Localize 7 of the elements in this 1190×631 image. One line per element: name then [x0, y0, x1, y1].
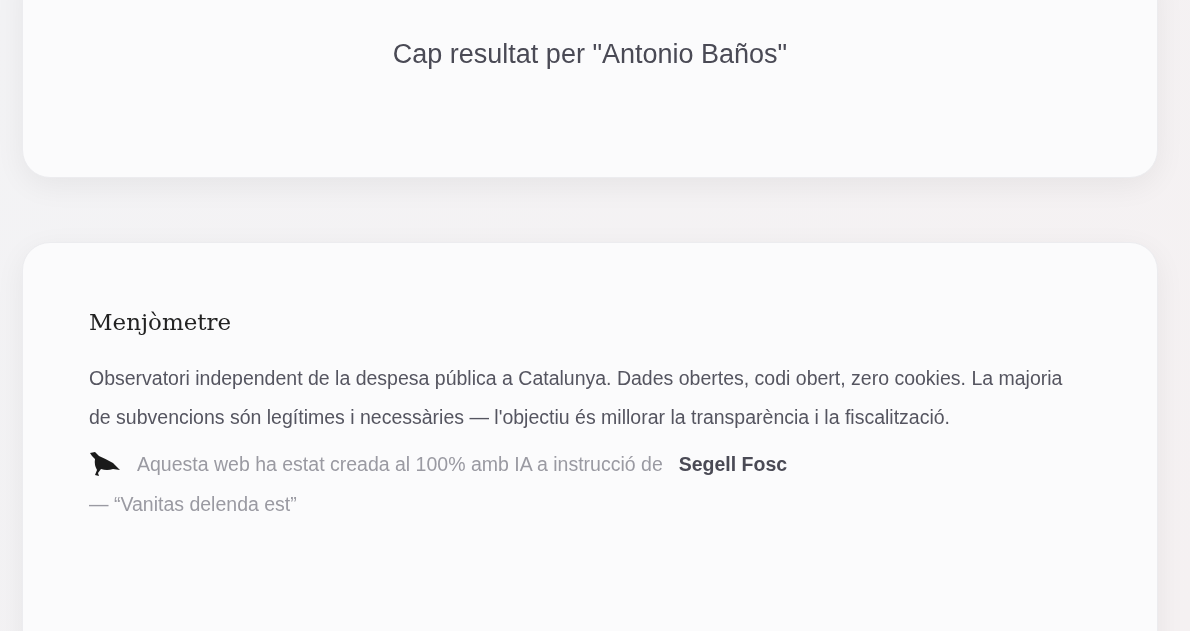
site-title: Menjòmetre [89, 309, 233, 335]
credit-text: Aquesta web ha estat creada al 100% amb IA a instrucció de [137, 452, 663, 476]
no-results-message: Cap resultat per "Antonio Baños" [392, 39, 788, 71]
site-description: Observatori independent de la despesa pública a Catalunya. Dades obertes, codi obert, zero cookies. La majoria de subvencions són legítimes i necessàries — l'objectiu és millorar la transparència i la fiscalització. [89, 366, 1064, 430]
bird-icon [89, 451, 121, 477]
motto-text: — “Vanitas delenda est” [89, 493, 298, 516]
author-link[interactable]: Segell Fosc [678, 452, 788, 476]
